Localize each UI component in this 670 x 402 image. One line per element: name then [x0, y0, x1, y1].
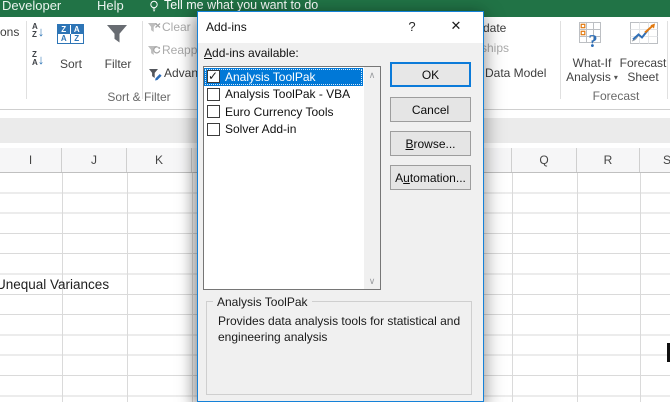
relationships-button-fragment[interactable]: ships: [481, 42, 509, 55]
cell-text: Unequal Variances: [0, 277, 110, 292]
column-header[interactable]: S: [640, 148, 670, 172]
tab-developer[interactable]: Developer: [2, 0, 61, 13]
group-separator: [142, 21, 143, 99]
checkbox[interactable]: [207, 122, 220, 136]
add-in-info-title: Analysis ToolPak: [213, 295, 312, 309]
list-item-euro-currency-tools[interactable]: Euro Currency Tools: [204, 103, 363, 121]
forecast-sheet-icon: [629, 19, 659, 49]
clear-button[interactable]: Clear: [162, 21, 191, 34]
gridline: [640, 173, 641, 402]
group-separator: [26, 21, 27, 99]
dialog-title: Add-ins: [206, 20, 247, 34]
sort-icon[interactable]: Z A A Z: [57, 24, 84, 44]
column-header[interactable]: Q: [512, 148, 577, 172]
sort-ascending-button[interactable]: A Z ↓: [32, 23, 44, 39]
list-item-analysis-toolpak-vba[interactable]: Analysis ToolPak - VBA: [204, 86, 363, 104]
gridline: [192, 173, 193, 402]
advanced-filter-icon: [148, 67, 163, 81]
filter-button[interactable]: Filter: [101, 57, 135, 71]
reapply-icon: [147, 44, 161, 57]
sort-descending-button[interactable]: Z A ↓: [32, 51, 44, 67]
column-header[interactable]: K: [127, 148, 192, 172]
add-ins-dialog: Add-ins ? ✕ Add-ins available: Analysis …: [197, 11, 484, 402]
svg-text:?: ?: [589, 31, 598, 50]
data-model-button[interactable]: Data Model: [485, 67, 546, 80]
down-arrow-icon: ↓: [37, 23, 45, 39]
forecast-sheet-button[interactable]: Forecast Sheet: [617, 56, 669, 84]
browse-button[interactable]: Browse...: [390, 131, 471, 156]
cancel-button[interactable]: Cancel: [390, 97, 471, 122]
checkbox[interactable]: [207, 69, 220, 84]
sort-filter-group-label: Sort & Filter: [107, 90, 171, 104]
help-icon[interactable]: ?: [403, 19, 421, 34]
what-if-analysis-icon: ?: [578, 20, 606, 50]
what-if-analysis-button[interactable]: What-If Analysis: [564, 56, 620, 84]
scroll-up-icon[interactable]: [364, 67, 380, 83]
scroll-down-icon[interactable]: [364, 273, 380, 289]
ok-button[interactable]: OK: [390, 62, 471, 87]
clear-filter-icon: [147, 21, 161, 34]
down-arrow-icon: ↓: [37, 51, 45, 67]
add-in-info-groupbox: Analysis ToolPak Provides data analysis …: [206, 295, 472, 395]
lightbulb-icon: [149, 0, 159, 13]
consolidate-button-fragment[interactable]: date: [483, 22, 506, 35]
connections-button-fragment[interactable]: ons: [0, 26, 19, 39]
add-ins-listbox: Analysis ToolPak Analysis ToolPak - VBA …: [203, 66, 381, 290]
add-ins-available-label: Add-ins available:: [204, 46, 299, 60]
close-icon[interactable]: ✕: [447, 18, 465, 34]
forecast-group-label: Forecast: [592, 89, 640, 103]
gridline: [577, 173, 578, 402]
group-separator: [667, 21, 668, 99]
scrollbar[interactable]: [364, 67, 380, 289]
filter-icon: [104, 21, 130, 47]
dialog-titlebar[interactable]: Add-ins ? ✕: [198, 12, 483, 43]
advanced-button[interactable]: Advan: [164, 67, 198, 80]
tab-help[interactable]: Help: [97, 0, 124, 13]
column-header[interactable]: R: [577, 148, 640, 172]
list-item-solver-add-in[interactable]: Solver Add-in: [204, 121, 363, 139]
excel-window: Developer Help Tell me what you want to …: [0, 0, 670, 402]
group-separator: [560, 21, 561, 99]
add-in-description: Provides data analysis tools for statist…: [218, 314, 461, 344]
sort-button[interactable]: Sort: [54, 57, 88, 71]
list-item-analysis-toolpak[interactable]: Analysis ToolPak: [204, 68, 363, 86]
column-header[interactable]: I: [0, 148, 62, 172]
automation-button[interactable]: Au tomation...: [390, 165, 471, 190]
column-header[interactable]: J: [62, 148, 127, 172]
gridline: [127, 173, 128, 402]
checkbox[interactable]: [207, 87, 220, 101]
gridline: [512, 173, 513, 402]
checkbox[interactable]: [207, 105, 220, 119]
reapply-button[interactable]: Reapp: [162, 44, 197, 57]
